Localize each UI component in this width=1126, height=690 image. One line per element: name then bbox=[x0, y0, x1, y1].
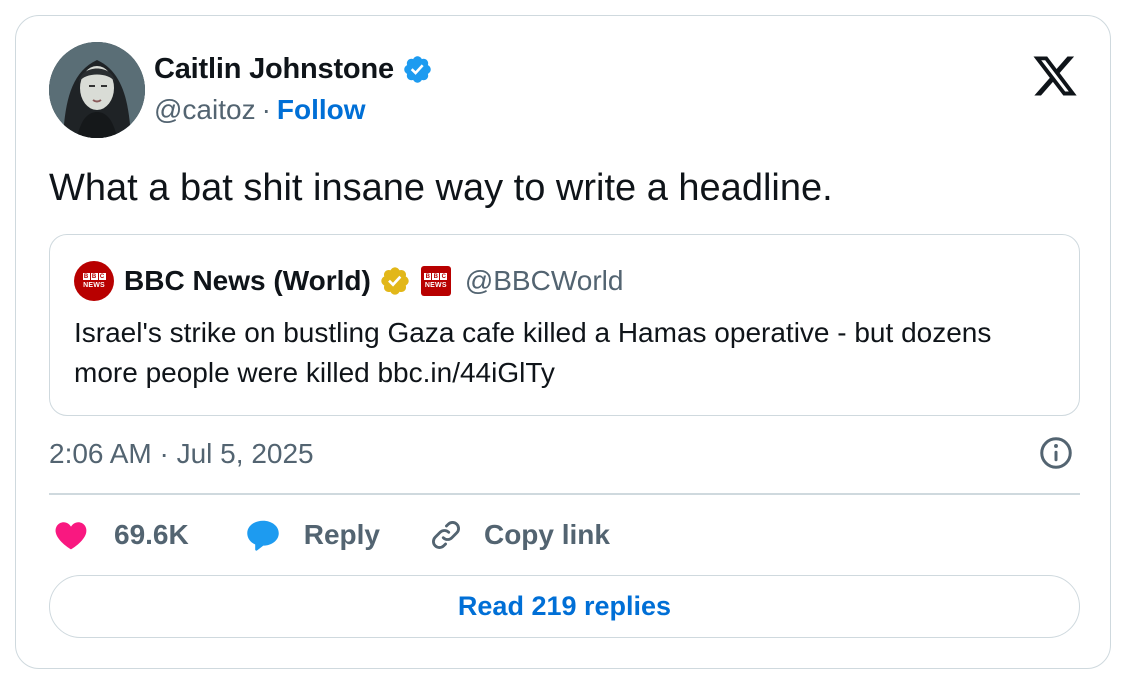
link-icon bbox=[432, 521, 460, 549]
reply-label: Reply bbox=[303, 519, 380, 550]
verified-badge-icon bbox=[404, 55, 431, 83]
author-avatar[interactable] bbox=[49, 42, 145, 138]
author-name[interactable]: Caitlin Johnstone bbox=[154, 53, 394, 86]
heart-icon bbox=[55, 522, 87, 550]
bbc-affiliate-badge-icon: BBC NEWS bbox=[420, 266, 451, 296]
author-handle-row: @caitoz · Follow bbox=[154, 92, 366, 128]
tweet-timestamp[interactable]: 2:06 AM · Jul 5, 2025 bbox=[49, 434, 314, 474]
tweet-text: What a bat shit insane way to write a he… bbox=[49, 167, 833, 209]
quoted-tweet-text: Israel's strike on bustling Gaza cafe ki… bbox=[74, 317, 992, 388]
quoted-author-handle[interactable]: @BBCWorld bbox=[465, 265, 624, 297]
author-name-row: Caitlin Johnstone bbox=[154, 50, 433, 88]
bbc-logo-icon: BBC bbox=[82, 273, 106, 280]
x-logo-icon[interactable] bbox=[1031, 52, 1079, 100]
copy-link-button[interactable]: Copy link bbox=[428, 517, 610, 553]
bbc-avatar[interactable]: BBC NEWS bbox=[74, 261, 114, 301]
copy-link-label: Copy link bbox=[483, 519, 610, 550]
quoted-tweet-header: BBC NEWS BBC News (World) BBC NEWS @BBCW… bbox=[74, 261, 623, 301]
read-replies-button[interactable]: Read 219 replies bbox=[49, 575, 1080, 638]
follow-button[interactable]: Follow bbox=[277, 94, 366, 126]
tweet-actions: 69.6K Reply Copy link bbox=[52, 513, 610, 557]
like-button[interactable]: 69.6K bbox=[52, 517, 189, 553]
author-handle[interactable]: @caitoz bbox=[154, 94, 256, 126]
embedded-tweet-card: Caitlin Johnstone @caitoz · Follow What … bbox=[15, 15, 1111, 669]
quoted-tweet[interactable]: BBC NEWS BBC News (World) BBC NEWS @BBCW… bbox=[49, 234, 1080, 416]
quoted-author-name[interactable]: BBC News (World) bbox=[124, 265, 371, 297]
like-count: 69.6K bbox=[114, 519, 189, 550]
info-icon[interactable] bbox=[1038, 435, 1074, 471]
reply-bubble-icon bbox=[246, 520, 279, 551]
bbc-avatar-label: NEWS bbox=[83, 282, 105, 289]
reply-button[interactable]: Reply bbox=[244, 517, 380, 553]
gold-verified-badge-icon bbox=[381, 267, 409, 295]
handle-separator: · bbox=[261, 94, 271, 125]
divider bbox=[49, 493, 1080, 495]
avatar-portrait-icon bbox=[49, 42, 145, 138]
